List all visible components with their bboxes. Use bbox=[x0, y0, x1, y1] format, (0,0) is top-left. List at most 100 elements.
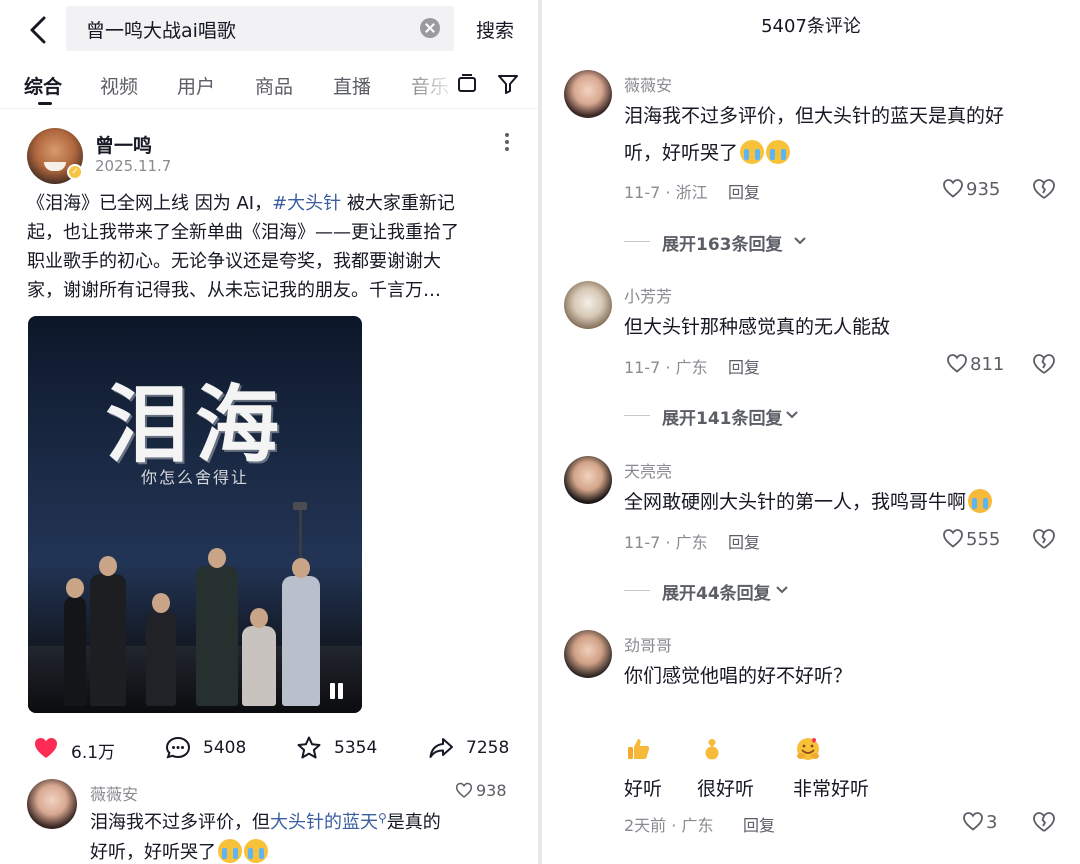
commenter-avatar[interactable] bbox=[564, 630, 612, 678]
favorite-count: 5354 bbox=[334, 738, 378, 758]
expand-replies-label: 展开44条回复 bbox=[662, 584, 771, 604]
search-keyword-link[interactable]: 大头针的蓝天 bbox=[270, 812, 378, 833]
share-arrow-icon bbox=[429, 738, 453, 758]
comment-meta: 11-7 · 广东 bbox=[624, 358, 708, 377]
comment-like-count: 3 bbox=[986, 812, 998, 833]
comment-like-button[interactable]: 3 bbox=[962, 810, 997, 833]
post-date: 2025.11.7 bbox=[95, 157, 172, 175]
comment-like-count: 935 bbox=[966, 179, 1001, 200]
comment-icon bbox=[165, 736, 191, 759]
commenter-name[interactable]: 薇薇安 bbox=[90, 781, 138, 805]
search-button[interactable]: 搜索 bbox=[476, 16, 514, 43]
dislike-button[interactable] bbox=[1032, 527, 1056, 551]
tab-user[interactable]: 用户 bbox=[177, 72, 215, 99]
crying-emoji bbox=[740, 140, 765, 164]
comment-text-part: 泪海我不过多评价，但 bbox=[90, 812, 270, 833]
commenter-avatar[interactable] bbox=[564, 456, 612, 504]
caption-text: 起，也让我带来了全新单曲《泪海》——更让我重拾了 bbox=[27, 222, 459, 243]
search-icon: ⚲ bbox=[378, 811, 387, 825]
reaction-label: 非常好听 bbox=[793, 778, 870, 800]
reply-button[interactable]: 回复 bbox=[728, 529, 760, 553]
commenter-avatar[interactable] bbox=[564, 281, 612, 329]
filter-icon[interactable] bbox=[496, 72, 520, 96]
expand-line bbox=[624, 590, 650, 591]
video-thumbnail[interactable]: 泪海 你怎么舍得让 bbox=[28, 316, 362, 713]
caption-text: 被大家重新记 bbox=[341, 193, 455, 214]
heart-icon bbox=[35, 738, 57, 758]
author-name[interactable]: 曾一鸣 bbox=[95, 131, 152, 158]
reply-button[interactable]: 回复 bbox=[728, 354, 760, 378]
expand-replies-button[interactable]: 展开163条回复 bbox=[624, 230, 864, 255]
top-comment-preview[interactable]: 薇薇安 938 泪海我不过多评价，但大头针的蓝天⚲是真的 好听，好听哭了 bbox=[0, 775, 538, 864]
comment-text: 泪海我不过多评价，但大头针的蓝天是真的好 听，好听哭了 bbox=[624, 98, 1044, 172]
expand-line bbox=[624, 241, 650, 242]
reply-button[interactable]: 回复 bbox=[743, 812, 775, 836]
commenter-name[interactable]: 劲哥哥 bbox=[624, 632, 672, 656]
crying-emoji bbox=[244, 839, 268, 863]
broken-heart-icon bbox=[1033, 529, 1055, 549]
comment-text-part: 好听，好听哭了 bbox=[90, 842, 216, 863]
dislike-button[interactable] bbox=[1032, 810, 1056, 834]
pause-icon[interactable] bbox=[330, 683, 346, 699]
comment-like-button[interactable]: 935 bbox=[942, 177, 1000, 200]
comment-like-button[interactable]: 811 bbox=[946, 352, 1004, 375]
tab-video[interactable]: 视频 bbox=[100, 72, 138, 99]
tab-live[interactable]: 直播 bbox=[333, 72, 371, 99]
chevron-down-icon bbox=[794, 237, 806, 245]
verified-badge-icon: ✓ bbox=[67, 164, 83, 180]
comment-meta: 11-7 · 浙江 bbox=[624, 183, 708, 202]
dislike-button[interactable] bbox=[1032, 177, 1056, 201]
commenter-avatar[interactable] bbox=[27, 779, 77, 829]
comments-pane: 5407条评论 薇薇安 泪海我不过多评价，但大头针的蓝天是真的好 听，好听哭了 … bbox=[542, 0, 1080, 864]
tab-fade bbox=[408, 64, 458, 108]
reaction-label: 好听 bbox=[624, 778, 663, 800]
clear-icon[interactable] bbox=[420, 18, 440, 38]
layout-toggle-icon[interactable] bbox=[455, 72, 479, 96]
comment-meta: 11-7 · 广东 bbox=[624, 533, 708, 552]
comment-like-count: 938 bbox=[476, 781, 507, 800]
comments-header-count: 5407条评论 bbox=[761, 16, 861, 37]
heart-outline-icon bbox=[455, 782, 473, 798]
heart-outline-icon bbox=[947, 354, 967, 373]
crying-emoji bbox=[218, 839, 242, 863]
thumbs-up-emoji bbox=[968, 489, 993, 513]
comment-text: 泪海我不过多评价，但大头针的蓝天⚲是真的 好听，好听哭了 bbox=[90, 803, 520, 864]
back-button[interactable] bbox=[22, 12, 54, 48]
caption-text: 职业歌手的初心。无论争议还是夸奖，我都要谢谢大 bbox=[27, 251, 441, 272]
dislike-button[interactable] bbox=[1032, 352, 1056, 376]
expand-replies-button[interactable]: 展开141条回复 bbox=[624, 404, 864, 429]
search-results-pane: 曾一鸣大战ai唱歌 搜索 综合 视频 用户 商品 直播 音乐 ✓ 曾一鸣 202… bbox=[0, 0, 538, 864]
more-options-icon[interactable] bbox=[497, 131, 517, 153]
comment-text: 但大头针那种感觉真的无人能敌 bbox=[624, 309, 1044, 346]
reaction-label: 很好听 bbox=[697, 778, 755, 800]
video-title-art: 泪海 bbox=[104, 375, 285, 474]
search-input[interactable]: 曾一鸣大战ai唱歌 bbox=[66, 6, 454, 51]
chevron-down-icon bbox=[786, 411, 798, 419]
share-count: 7258 bbox=[466, 738, 510, 758]
heart-outline-icon bbox=[943, 529, 963, 548]
commenter-avatar[interactable] bbox=[564, 70, 612, 118]
hashtag-link[interactable]: #大头针 bbox=[272, 193, 341, 214]
video-post-card[interactable]: ✓ 曾一鸣 2025.11.7 《泪海》已全网上线 因为 AI，#大头针 被大家… bbox=[0, 108, 538, 864]
post-caption[interactable]: 《泪海》已全网上线 因为 AI，#大头针 被大家重新记 起，也让我带来了全新单曲… bbox=[27, 189, 511, 305]
video-subtitle-art: 你怎么舍得让 bbox=[140, 468, 249, 487]
expand-line bbox=[624, 415, 650, 416]
reply-button[interactable]: 回复 bbox=[728, 179, 760, 203]
tab-goods[interactable]: 商品 bbox=[255, 72, 293, 99]
expand-replies-button[interactable]: 展开44条回复 bbox=[624, 579, 864, 604]
comment-text-part: 你们感觉他唱的好不好听？ bbox=[624, 665, 853, 687]
comment-like-button[interactable]: 938 bbox=[455, 781, 507, 800]
comment-like-button[interactable]: 555 bbox=[942, 527, 1000, 550]
caption-text: 《泪海》已全网上线 因为 AI， bbox=[27, 193, 273, 214]
heart-outline-icon bbox=[943, 179, 963, 198]
like-count: 6.1万 bbox=[71, 743, 116, 763]
tab-all[interactable]: 综合 bbox=[24, 72, 62, 99]
commenter-name[interactable]: 天亮亮 bbox=[624, 458, 672, 482]
commenter-name[interactable]: 薇薇安 bbox=[624, 72, 672, 96]
broken-heart-icon bbox=[1033, 179, 1055, 199]
commenter-name[interactable]: 小芳芳 bbox=[624, 283, 672, 307]
search-tabs: 综合 视频 用户 商品 直播 音乐 bbox=[0, 64, 538, 108]
active-tab-indicator bbox=[38, 102, 52, 105]
expand-replies-label: 展开141条回复 bbox=[662, 409, 783, 429]
star-icon bbox=[297, 736, 321, 759]
